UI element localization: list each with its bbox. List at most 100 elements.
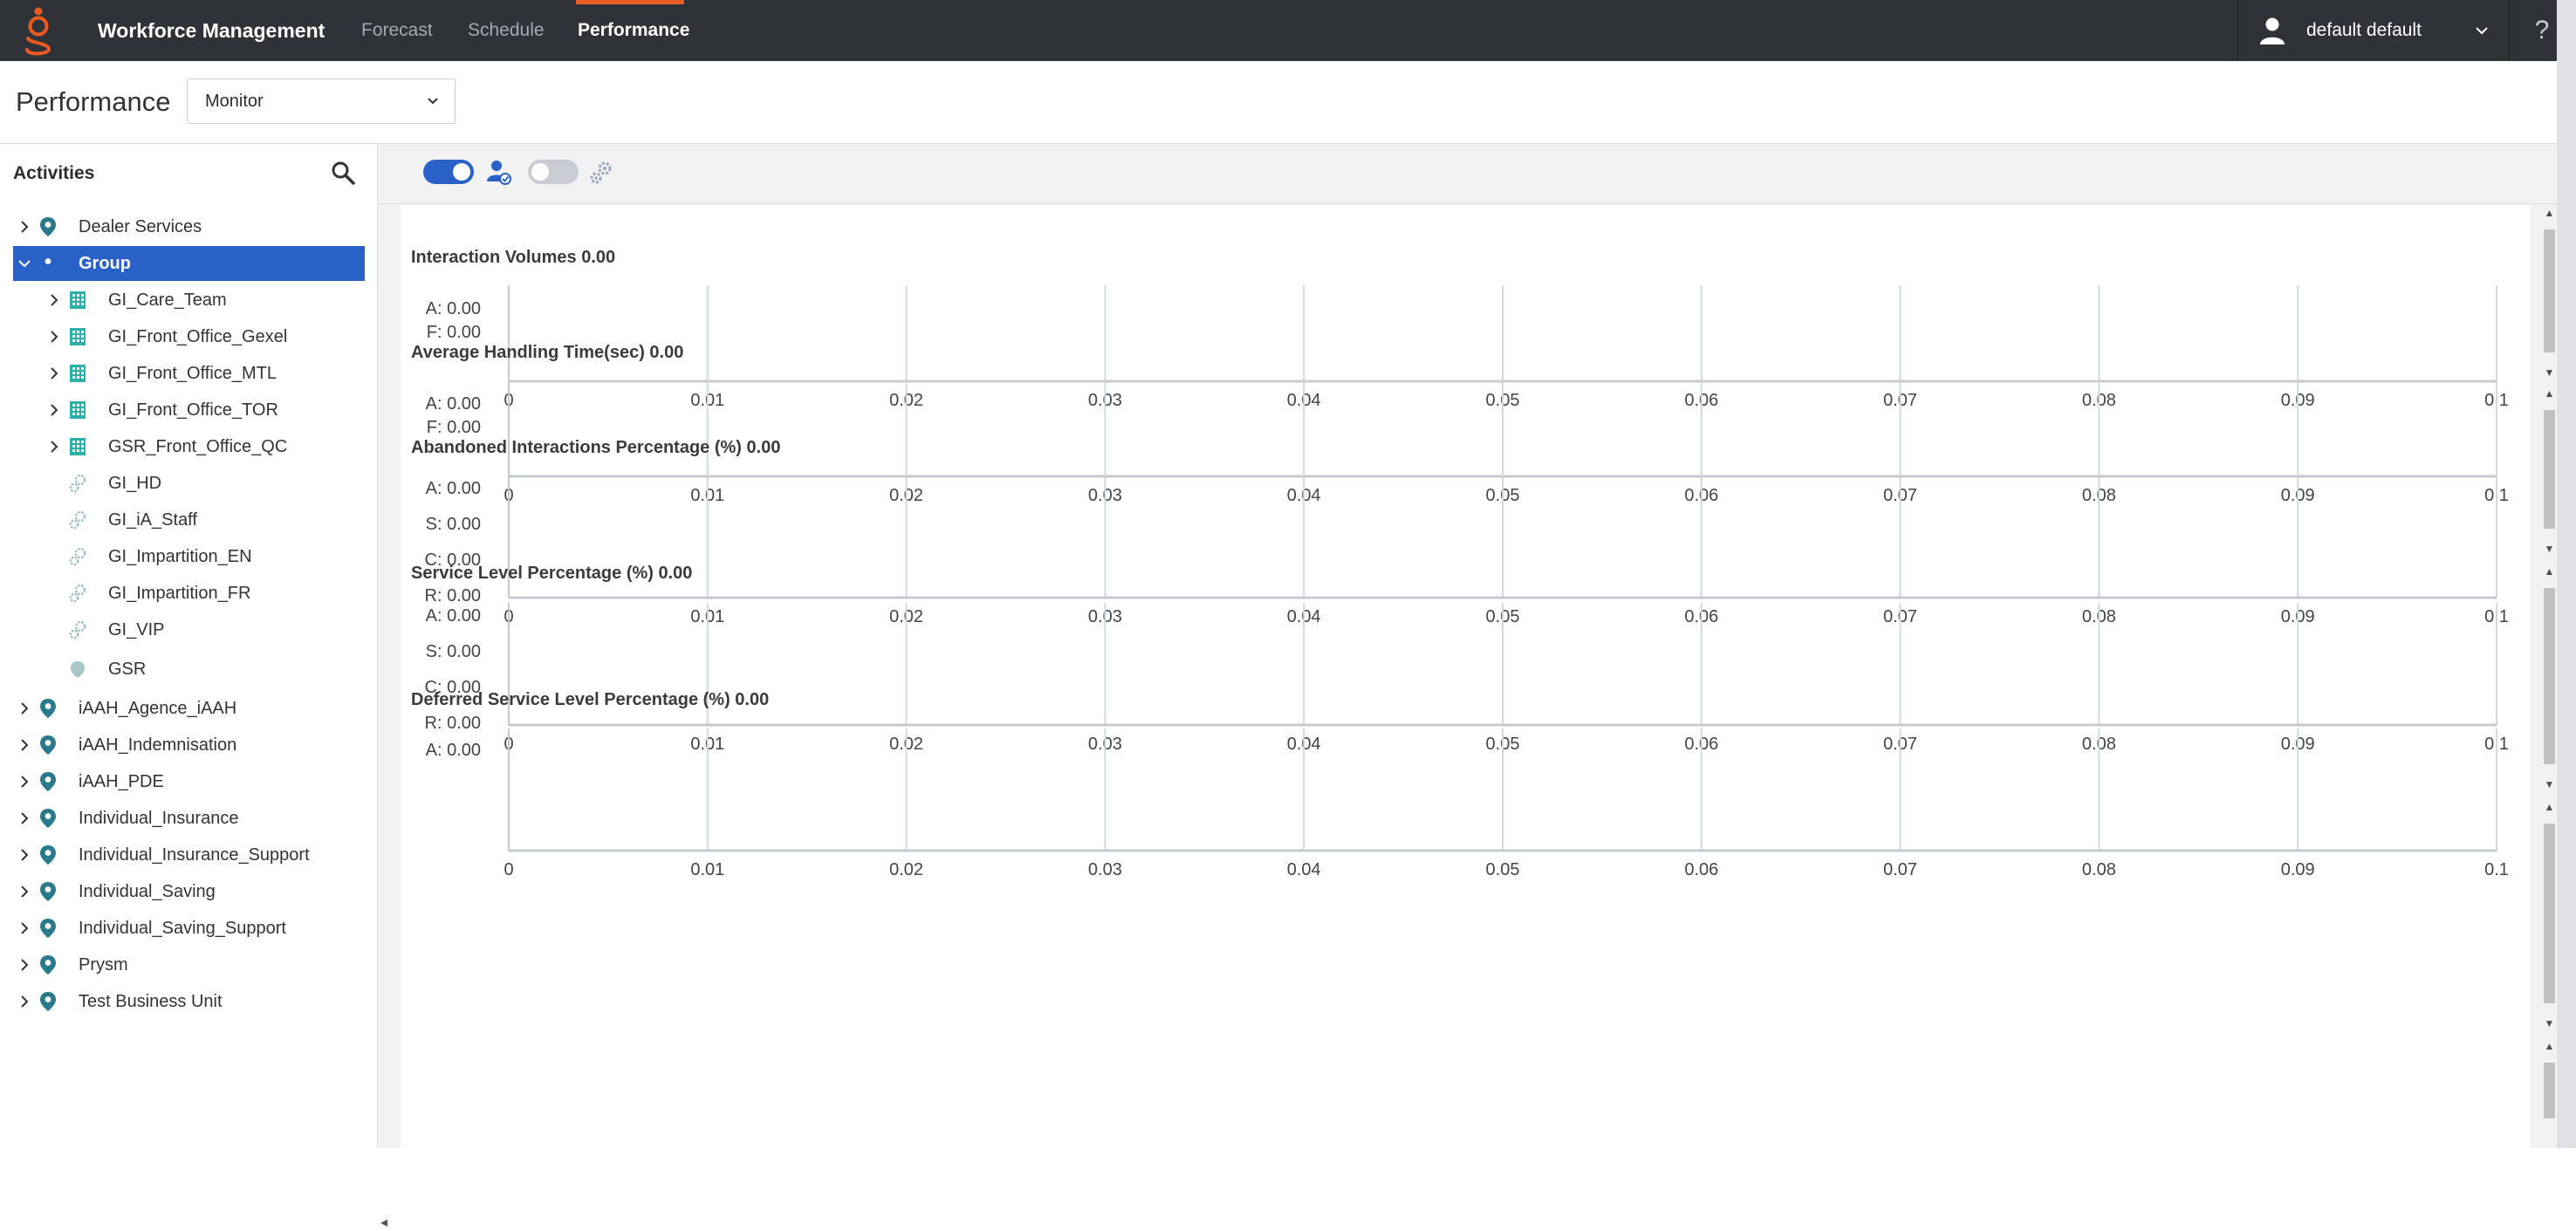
scrollbar-thumb[interactable] xyxy=(2544,410,2555,529)
scroll-down-icon[interactable]: ▼ xyxy=(2542,778,2557,790)
map-pin-icon xyxy=(40,699,56,718)
scrollbar-thumb[interactable] xyxy=(2544,588,2555,764)
chevron-right-icon[interactable] xyxy=(17,920,32,936)
tree-item[interactable]: Individual_Saving xyxy=(13,874,365,909)
building-icon xyxy=(70,438,86,455)
tree-item[interactable]: iAAH_Agence_iAAH xyxy=(13,691,365,726)
map-pin-icon xyxy=(40,809,56,828)
chevron-right-icon[interactable] xyxy=(17,219,32,235)
tree-item-label: GI_Front_Office_MTL xyxy=(108,364,277,383)
window-edge xyxy=(2557,0,2576,1148)
tree-item[interactable]: GI_VIP xyxy=(13,612,365,647)
tree-item-label: GI_HD xyxy=(108,474,162,493)
tree-item-label: iAAH_Indemnisation xyxy=(79,735,237,755)
tree-item[interactable]: Individual_Insurance xyxy=(13,801,365,836)
chart-title: Interaction Volumes 0.00 xyxy=(411,248,616,267)
tree-item[interactable]: GI_Front_Office_TOR xyxy=(13,393,365,427)
gears-icon[interactable] xyxy=(587,158,615,186)
scroll-up-icon[interactable]: ▲ xyxy=(2542,565,2557,578)
x-tick-label: 0.03 xyxy=(1088,860,1122,879)
chevron-right-icon[interactable] xyxy=(46,402,62,418)
tree-item[interactable]: GI_Care_Team xyxy=(13,283,365,318)
map-pin-icon xyxy=(40,992,56,1011)
scroll-up-icon[interactable]: ▲ xyxy=(2542,801,2557,813)
y-category-label: F: 0.00 xyxy=(427,323,481,342)
genesys-logo-icon[interactable] xyxy=(21,5,56,56)
chevron-right-icon[interactable] xyxy=(46,366,62,381)
map-pin-icon xyxy=(40,254,56,273)
x-tick-label: 0.08 xyxy=(2082,860,2116,879)
chevron-down-icon[interactable] xyxy=(17,256,32,271)
gears-icon xyxy=(69,584,86,603)
tree-item[interactable]: GI_Impartition_EN xyxy=(13,539,365,574)
chevron-right-icon[interactable] xyxy=(17,737,32,753)
user-menu[interactable]: default default xyxy=(2237,0,2510,61)
tree-item[interactable]: Dealer Services xyxy=(13,209,365,244)
scrollbar-thumb[interactable] xyxy=(2544,1063,2555,1118)
scroll-up-icon[interactable]: ▲ xyxy=(2542,387,2557,400)
x-tick-label: 0.02 xyxy=(889,860,923,879)
chevron-right-icon[interactable] xyxy=(46,292,62,308)
chevron-right-icon[interactable] xyxy=(17,810,32,826)
scroll-down-icon[interactable]: ▼ xyxy=(2542,1017,2557,1029)
tree-item[interactable]: Individual_Saving_Support xyxy=(13,911,365,946)
x-tick-label: 0.05 xyxy=(1486,860,1520,879)
scroll-up-icon[interactable]: ▲ xyxy=(2542,1040,2557,1052)
building-icon xyxy=(70,328,86,345)
y-category-label: A: 0.00 xyxy=(426,606,481,626)
chevron-down-icon xyxy=(428,98,438,105)
tree-item-label: GI_Front_Office_Gexel xyxy=(108,327,288,346)
y-category-label: S: 0.00 xyxy=(426,642,481,661)
tree-item[interactable]: GI_iA_Staff xyxy=(13,503,365,537)
toggle-switch-off[interactable] xyxy=(528,160,579,184)
toggle-switch-on[interactable] xyxy=(423,160,474,184)
tree-item[interactable]: Individual_Insurance_Support xyxy=(13,838,365,872)
chevron-right-icon[interactable] xyxy=(17,994,32,1009)
search-icon[interactable] xyxy=(330,160,356,186)
tab-schedule[interactable]: Schedule xyxy=(468,0,545,61)
chevron-right-icon[interactable] xyxy=(17,774,32,790)
chevron-right-icon[interactable] xyxy=(17,957,32,973)
chart-title: Service Level Percentage (%) 0.00 xyxy=(411,564,693,583)
chevron-right-icon[interactable] xyxy=(46,329,62,345)
tree-item[interactable]: GI_Impartition_FR xyxy=(13,576,365,611)
tree-item[interactable]: GSR_Front_Office_QC xyxy=(13,429,365,464)
user-check-icon[interactable] xyxy=(484,158,512,186)
scroll-up-icon[interactable]: ▲ xyxy=(2542,207,2557,219)
tree-item-label: GSR_Front_Office_QC xyxy=(108,437,288,456)
chart-title: Abandoned Interactions Percentage (%) 0.… xyxy=(411,438,781,457)
tree-item[interactable]: iAAH_Indemnisation xyxy=(13,728,365,763)
tree-item[interactable]: GI_Front_Office_MTL xyxy=(13,356,365,391)
view-select-value: Monitor xyxy=(205,92,264,111)
tree-item[interactable]: GSR xyxy=(13,652,365,687)
chevron-right-icon[interactable] xyxy=(17,847,32,863)
chevron-down-icon[interactable] xyxy=(2474,23,2490,38)
collapse-panel-icon[interactable]: ◂ xyxy=(380,1214,387,1231)
y-category-label: A: 0.00 xyxy=(426,299,481,318)
app-title: Workforce Management xyxy=(98,19,325,42)
chevron-right-icon[interactable] xyxy=(17,884,32,899)
tree-item[interactable]: Group xyxy=(13,246,365,281)
tree-item[interactable]: GI_Front_Office_Gexel xyxy=(13,319,365,354)
chevron-right-icon[interactable] xyxy=(46,439,62,455)
activities-title: Activities xyxy=(13,163,95,183)
scrollbar-thumb[interactable] xyxy=(2544,229,2555,352)
tab-forecast[interactable]: Forecast xyxy=(361,0,433,61)
tree-item-label: GI_iA_Staff xyxy=(108,510,197,530)
chevron-right-icon[interactable] xyxy=(17,701,32,716)
tree-item[interactable]: iAAH_PDE xyxy=(13,764,365,799)
tree-item-label: Individual_Insurance_Support xyxy=(79,845,310,865)
tree-item[interactable]: GI_HD xyxy=(13,466,365,501)
chart-title: Deferred Service Level Percentage (%) 0.… xyxy=(411,690,770,709)
scroll-down-icon[interactable]: ▼ xyxy=(2542,366,2557,379)
scroll-down-icon[interactable]: ▼ xyxy=(2542,543,2557,555)
scrollbar-thumb[interactable] xyxy=(2544,824,2555,1003)
building-icon xyxy=(70,401,86,419)
tab-performance[interactable]: Performance xyxy=(578,0,689,61)
tree-item[interactable]: Prysm xyxy=(13,947,365,982)
tree-item[interactable]: Test Business Unit xyxy=(13,984,365,1019)
user-name: default default xyxy=(2306,20,2422,40)
view-select[interactable]: Monitor xyxy=(187,79,456,124)
gears-icon xyxy=(69,620,86,639)
tree-item-label: GI_Care_Team xyxy=(108,291,227,310)
